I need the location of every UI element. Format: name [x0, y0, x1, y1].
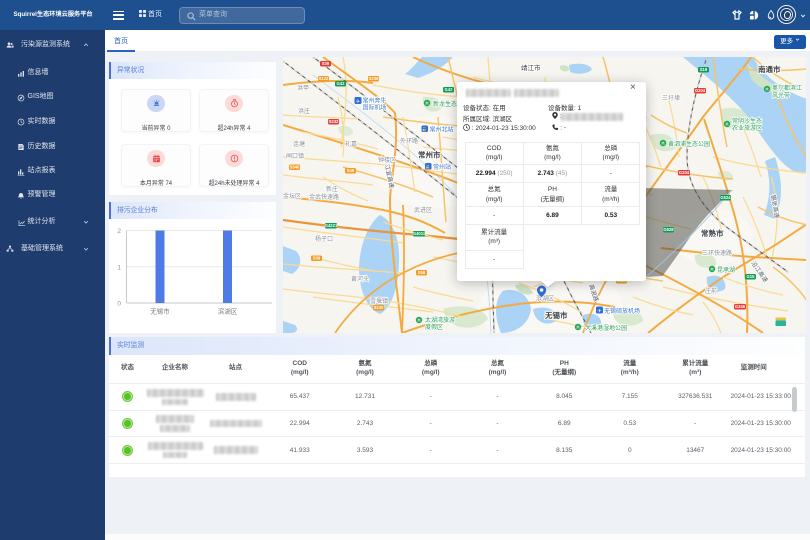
svg-text:礼嘉: 礼嘉	[345, 140, 357, 148]
svg-text:金坛区: 金坛区	[283, 192, 301, 200]
svg-text:洪庄: 洪庄	[298, 107, 310, 115]
svg-text:无锡硕放机场: 无锡硕放机场	[604, 307, 640, 315]
svg-text:黄河头: 黄河头	[351, 275, 369, 283]
svg-text:靖江市: 靖江市	[521, 63, 541, 72]
svg-text:✈: ✈	[355, 99, 359, 105]
svg-text:常州北站: 常州北站	[429, 126, 453, 134]
svg-text:无锡市: 无锡市	[544, 310, 568, 320]
svg-text:太湖湾旅游: 太湖湾旅游	[425, 316, 455, 324]
svg-text:木: 木	[765, 86, 769, 92]
svg-text:S239: S239	[368, 76, 378, 81]
svg-text:G42: G42	[336, 81, 345, 86]
svg-text:新庄: 新庄	[326, 185, 338, 193]
svg-text:杨子口: 杨子口	[315, 235, 333, 243]
svg-text:🚆: 🚆	[421, 126, 427, 132]
svg-text:G204: G204	[678, 170, 689, 175]
svg-text:昆承湖: 昆承湖	[717, 266, 735, 274]
svg-text:木: 木	[425, 100, 429, 106]
svg-text:S39: S39	[321, 61, 329, 66]
svg-text:G524: G524	[720, 195, 731, 200]
svg-text:木: 木	[710, 266, 714, 272]
svg-text:奥尔都滨江: 奥尔都滨江	[772, 84, 802, 92]
svg-text:S230: S230	[373, 305, 383, 310]
svg-text:G15: G15	[746, 274, 755, 279]
svg-text:S122: S122	[318, 76, 328, 81]
svg-text:滨湖区: 滨湖区	[536, 295, 554, 303]
svg-text:洪甲: 洪甲	[297, 84, 309, 92]
svg-text:常州站: 常州站	[433, 163, 451, 171]
svg-text:木: 木	[417, 317, 421, 323]
svg-text:雪堰镇: 雪堰镇	[370, 297, 388, 305]
svg-text:木: 木	[725, 121, 729, 127]
svg-text:滨湖区: 滨湖区	[218, 306, 238, 315]
svg-text:常熟市: 常熟市	[701, 228, 724, 238]
svg-text:金武快速路: 金武快速路	[309, 193, 339, 201]
svg-text:G528: G528	[663, 227, 674, 232]
svg-text:闸口镇: 闸口镇	[286, 152, 304, 160]
svg-text:三圩埭: 三圩埭	[662, 94, 680, 102]
svg-text:S19: S19	[699, 67, 707, 72]
svg-text:连塘: 连塘	[293, 140, 305, 148]
svg-text:钟楼区: 钟楼区	[378, 156, 396, 164]
svg-text:三环快速路: 三环快速路	[702, 249, 732, 257]
svg-text:木: 木	[576, 324, 580, 330]
svg-text:风光带: 风光带	[772, 92, 790, 100]
svg-text:1: 1	[117, 264, 121, 271]
svg-text:常州市: 常州市	[418, 150, 441, 160]
svg-text:木: 木	[661, 140, 665, 146]
svg-text:G4011: G4011	[412, 231, 425, 236]
svg-text:国际机场: 国际机场	[362, 104, 386, 112]
svg-text:S48: S48	[346, 168, 354, 173]
svg-text:✈: ✈	[597, 308, 601, 314]
svg-text:农业旅游区: 农业旅游区	[732, 124, 762, 132]
svg-text:2: 2	[117, 228, 121, 235]
svg-text:武进区: 武进区	[414, 206, 432, 214]
svg-text:南通市: 南通市	[758, 64, 781, 74]
svg-text:黄泗浦生态公园: 黄泗浦生态公园	[668, 140, 710, 148]
svg-text:🚆: 🚆	[425, 163, 431, 169]
svg-text:庄前: 庄前	[705, 287, 717, 295]
svg-text:大溪港湿地公园: 大溪港湿地公园	[585, 324, 627, 332]
svg-text:G42: G42	[444, 87, 453, 92]
svg-text:G4221: G4221	[324, 223, 337, 228]
svg-text:无锡市: 无锡市	[150, 306, 170, 315]
svg-text:S39: S39	[312, 256, 320, 261]
svg-text:S232: S232	[328, 119, 338, 124]
svg-text:S58: S58	[417, 270, 425, 275]
svg-text:G204: G204	[694, 88, 705, 93]
svg-text:常州奔牛: 常州奔牛	[362, 97, 386, 105]
svg-text:度假区: 度假区	[425, 323, 443, 331]
svg-text:0: 0	[117, 300, 121, 307]
svg-text:常阴沙生态: 常阴沙生态	[732, 117, 762, 125]
svg-text:外环路: 外环路	[400, 137, 418, 145]
svg-text:S340: S340	[289, 165, 299, 170]
svg-text:G346: G346	[734, 304, 745, 309]
